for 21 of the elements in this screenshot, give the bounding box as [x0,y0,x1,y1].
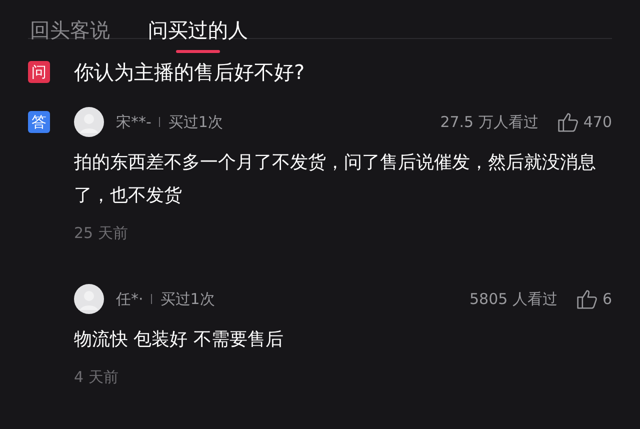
answer-text: 物流快 包装好 不需要售后 [74,328,284,352]
answer-time: 25 天前 [74,224,129,243]
avatar-icon [74,107,104,137]
thumbs-up-icon[interactable] [575,288,600,310]
answer-badge: 答 [28,111,50,133]
tab[interactable]: 回头客说 [30,18,110,56]
tab[interactable]: 问买过的人 [148,18,248,56]
like-count: 470 [583,113,612,131]
answer-text: 拍的东西差不多一个月了不发货，问了售后说催发，然后就没消息了，也不发货 [74,151,597,208]
question-badge: 问 [28,61,50,83]
view-count: 5805 人看过 [470,290,558,308]
avatar-icon [74,284,104,314]
user-name: 宋**- [116,112,152,132]
purchase-count: 买过1次 [160,290,215,308]
question-text: 你认为主播的售后好不好? [74,58,305,86]
view-count: 27.5 万人看过 [440,112,538,132]
thumbs-up-icon[interactable] [556,111,580,133]
like-count: 6 [602,290,612,308]
purchase-count: 买过1次 [168,112,223,132]
user-name: 任*· [116,290,144,308]
answer-time: 4 天前 [74,368,120,387]
